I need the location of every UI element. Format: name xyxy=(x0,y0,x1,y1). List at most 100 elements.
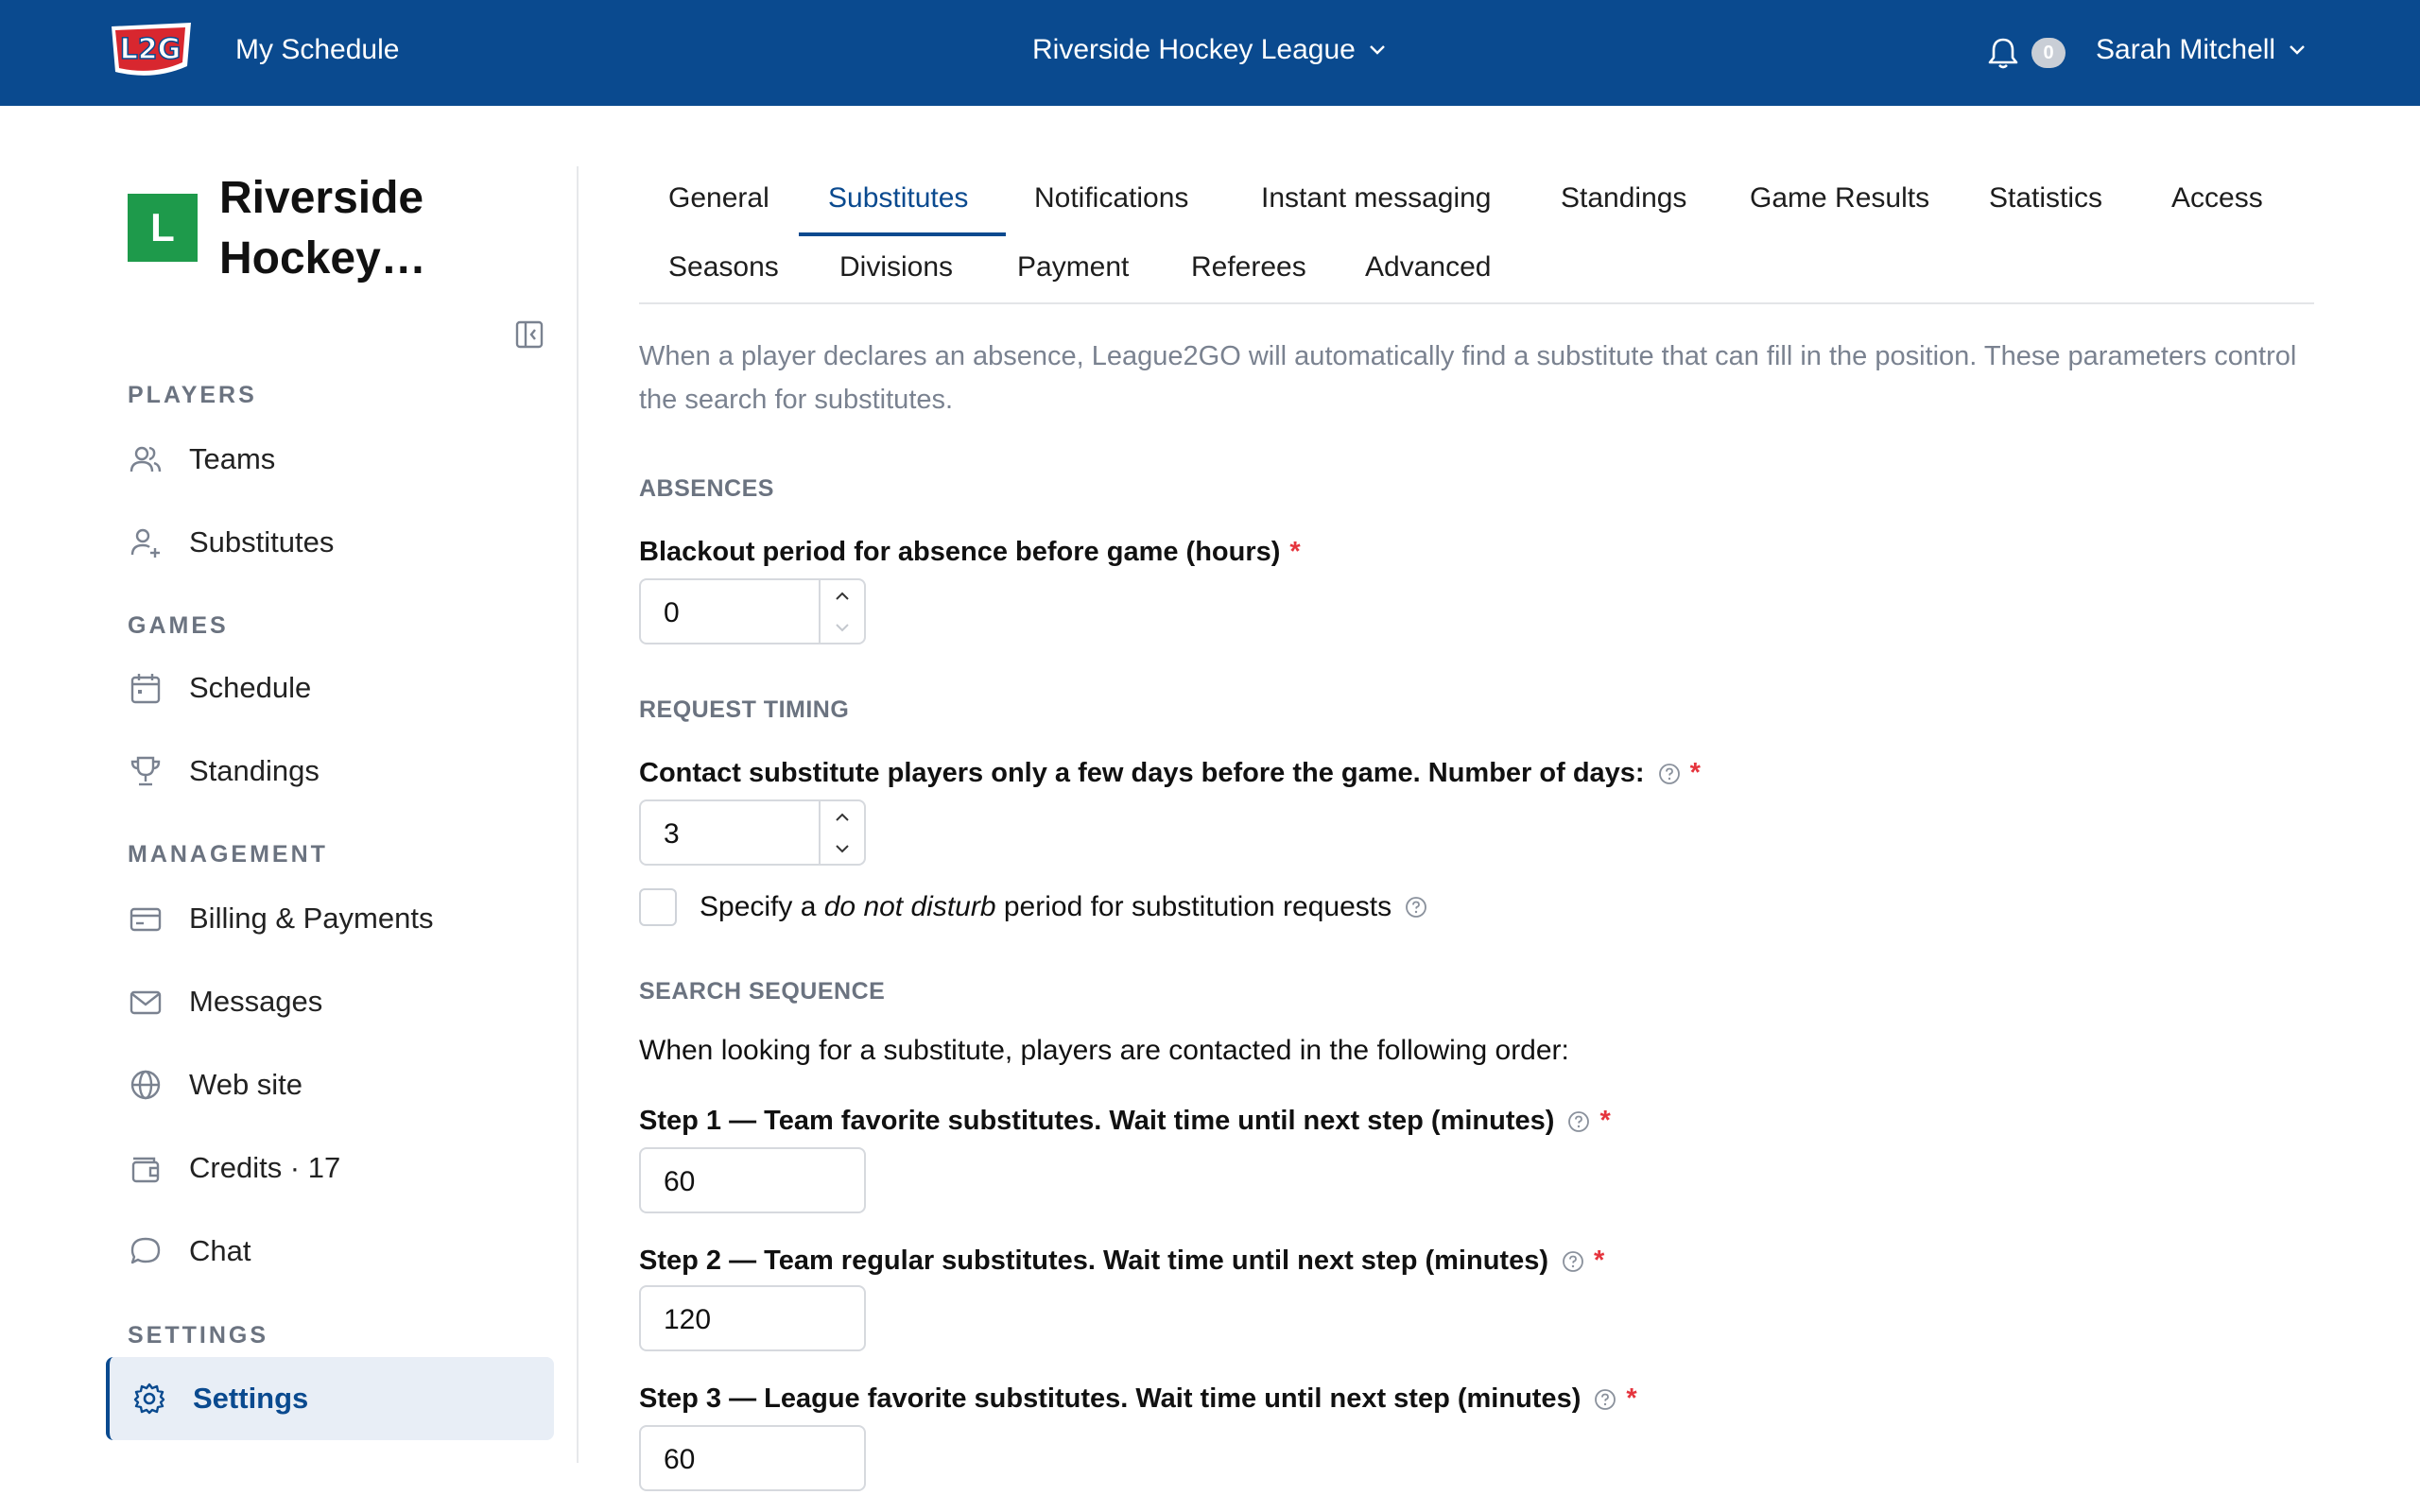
step2-label: Step 2 — Team regular substitutes. Wait … xyxy=(639,1246,1604,1277)
search-sequence-heading: SEARCH SEQUENCE xyxy=(639,978,886,1005)
step2-wait-value: 120 xyxy=(664,1304,712,1335)
sidebar-collapse-icon[interactable] xyxy=(514,319,544,350)
sidebar-item-label: Teams xyxy=(189,442,276,475)
decrement-button[interactable] xyxy=(821,611,864,643)
sidebar-item-billing[interactable]: Billing & Payments xyxy=(106,879,554,958)
league-switcher-label: Riverside Hockey League xyxy=(1032,34,1356,65)
help-icon[interactable] xyxy=(1658,763,1681,785)
contact-days-label: Contact substitute players only a few da… xyxy=(639,758,1701,789)
user-name: Sarah Mitchell xyxy=(2096,34,2276,65)
chevron-down-icon xyxy=(836,623,849,631)
sidebar-section-players: PLAYERS xyxy=(128,382,257,408)
step1-wait-input[interactable]: 60 xyxy=(639,1147,866,1213)
users-icon xyxy=(130,446,162,472)
help-icon[interactable] xyxy=(1562,1250,1584,1273)
sidebar-item-credits[interactable]: Credits · 17 xyxy=(106,1128,554,1208)
help-icon[interactable] xyxy=(1567,1110,1590,1133)
gear-icon xyxy=(133,1383,165,1415)
request-timing-heading: REQUEST TIMING xyxy=(639,696,850,723)
tab-notifications[interactable]: Notifications xyxy=(1034,182,1188,215)
sidebar-item-label: Messages xyxy=(189,985,323,1018)
required-mark: * xyxy=(1689,758,1701,788)
chevron-up-icon xyxy=(836,592,849,600)
increment-button[interactable] xyxy=(821,801,864,833)
blackout-period-stepper[interactable]: 0 xyxy=(639,578,866,644)
sidebar-item-website[interactable]: Web site xyxy=(106,1045,554,1125)
tab-advanced[interactable]: Advanced xyxy=(1365,251,1491,284)
required-mark: * xyxy=(1599,1106,1611,1136)
substitutes-intro-text: When a player declares an absence, Leagu… xyxy=(639,341,2297,415)
tab-standings[interactable]: Standings xyxy=(1561,182,1686,215)
sidebar-divider xyxy=(577,166,579,1463)
active-tab-indicator xyxy=(799,232,1006,236)
trophy-icon xyxy=(130,756,161,786)
sidebar-item-label: Credits · 17 xyxy=(189,1151,341,1184)
increment-button[interactable] xyxy=(821,580,864,611)
step2-wait-input[interactable]: 120 xyxy=(639,1285,866,1351)
tab-access[interactable]: Access xyxy=(2171,182,2263,215)
step3-label-text: Step 3 — League favorite substitutes. Wa… xyxy=(639,1383,1582,1414)
search-sequence-description: When looking for a substitute, players a… xyxy=(639,1035,1569,1066)
top-bar: L2G My Schedule Riverside Hockey League … xyxy=(0,0,2420,106)
tab-general[interactable]: General xyxy=(668,182,769,215)
tab-payment[interactable]: Payment xyxy=(1017,251,1129,284)
stepper-buttons xyxy=(819,580,864,643)
contact-days-value: 3 xyxy=(664,818,680,850)
step3-label: Step 3 — League favorite substitutes. Wa… xyxy=(639,1383,1637,1415)
contact-days-stepper[interactable]: 3 xyxy=(639,799,866,866)
decrement-button[interactable] xyxy=(821,833,864,864)
chevron-down-icon xyxy=(2290,45,2305,55)
sidebar-item-label: Substitutes xyxy=(189,525,335,558)
tab-instant-messaging[interactable]: Instant messaging xyxy=(1261,182,1491,215)
step3-wait-value: 60 xyxy=(664,1444,696,1475)
sidebar-item-label: Chat xyxy=(189,1234,251,1267)
sidebar-item-teams[interactable]: Teams xyxy=(106,420,554,499)
do-not-disturb-row: Specify a do not disturb period for subs… xyxy=(639,888,1427,926)
tab-statistics[interactable]: Statistics xyxy=(1989,182,2102,215)
league-title: Riverside Hockey… xyxy=(219,173,426,284)
blackout-period-label-text: Blackout period for absence before game … xyxy=(639,537,1281,567)
contact-days-label-text: Contact substitute players only a few da… xyxy=(639,758,1645,788)
absences-heading: ABSENCES xyxy=(639,475,774,502)
credit-card-icon xyxy=(130,907,162,932)
wallet-icon xyxy=(131,1157,160,1183)
sidebar-item-settings[interactable]: Settings xyxy=(106,1357,554,1440)
required-mark: * xyxy=(1289,537,1301,567)
step2-label-text: Step 2 — Team regular substitutes. Wait … xyxy=(639,1246,1548,1276)
bell-icon[interactable] xyxy=(1987,36,2019,70)
do-not-disturb-checkbox[interactable] xyxy=(639,888,677,926)
tab-game-results[interactable]: Game Results xyxy=(1750,182,1929,215)
step1-label-text: Step 1 — Team favorite substitutes. Wait… xyxy=(639,1106,1555,1136)
sidebar-section-settings: SETTINGS xyxy=(128,1322,269,1349)
user-menu[interactable]: Sarah Mitchell xyxy=(2096,34,2306,66)
league-switcher[interactable]: Riverside Hockey League xyxy=(1032,34,1386,66)
tab-substitutes[interactable]: Substitutes xyxy=(828,182,968,215)
my-schedule-link[interactable]: My Schedule xyxy=(235,34,399,66)
chat-bubble-icon xyxy=(130,1237,161,1264)
sidebar-section-games: GAMES xyxy=(128,612,229,639)
blackout-period-label: Blackout period for absence before game … xyxy=(639,537,1301,568)
svg-text:L2G: L2G xyxy=(120,33,182,66)
tab-referees[interactable]: Referees xyxy=(1191,251,1306,284)
chevron-up-icon xyxy=(836,813,849,821)
sidebar-item-messages[interactable]: Messages xyxy=(106,962,554,1041)
sidebar-item-schedule[interactable]: Schedule xyxy=(106,648,554,728)
calendar-icon xyxy=(130,674,161,704)
sidebar-item-label: Settings xyxy=(193,1382,309,1415)
tab-divisions[interactable]: Divisions xyxy=(839,251,953,284)
step3-wait-input[interactable]: 60 xyxy=(639,1425,866,1491)
user-plus-icon xyxy=(130,528,160,558)
help-icon[interactable] xyxy=(1594,1388,1616,1411)
league-avatar: L xyxy=(128,194,198,262)
tab-seasons[interactable]: Seasons xyxy=(668,251,779,284)
chevron-down-icon xyxy=(1370,45,1385,55)
help-icon[interactable] xyxy=(1405,896,1427,919)
required-mark: * xyxy=(1626,1383,1637,1414)
do-not-disturb-label[interactable]: Specify a do not disturb period for subs… xyxy=(700,891,1392,923)
sidebar-item-chat[interactable]: Chat xyxy=(106,1211,554,1291)
sidebar-item-label: Standings xyxy=(189,754,320,787)
league2go-logo[interactable]: L2G xyxy=(106,19,197,83)
sidebar-item-substitutes[interactable]: Substitutes xyxy=(106,503,554,582)
sidebar-section-management: MANAGEMENT xyxy=(128,841,328,868)
sidebar-item-standings[interactable]: Standings xyxy=(106,731,554,811)
